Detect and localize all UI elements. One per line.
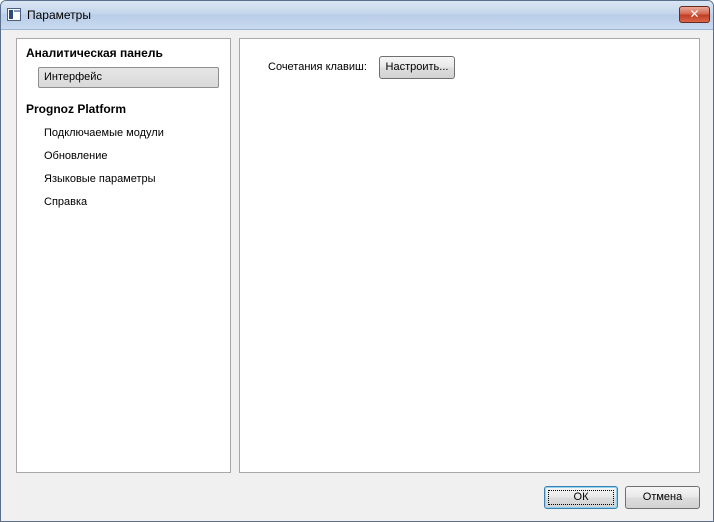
focus-indicator (548, 490, 614, 505)
nav-item-updates[interactable]: Обновление (38, 146, 219, 167)
settings-nav-panel: Аналитическая панель Интерфейс Prognoz P… (16, 38, 231, 473)
nav-item-plugins[interactable]: Подключаемые модули (38, 123, 219, 144)
nav-item-language[interactable]: Языковые параметры (38, 169, 219, 190)
nav-item-interface[interactable]: Интерфейс (38, 67, 219, 88)
shortcuts-label: Сочетания клавиш: (268, 61, 367, 73)
nav-heading-prognoz-platform: Prognoz Platform (26, 102, 127, 116)
title-bar[interactable]: Параметры ✕ (1, 1, 713, 30)
settings-window: Параметры ✕ Аналитическая панель Интерфе… (0, 0, 714, 522)
app-window-icon (7, 8, 21, 21)
settings-content-panel: Сочетания клавиш: Настроить... (239, 38, 700, 473)
cancel-button[interactable]: Отмена (625, 486, 700, 509)
close-button[interactable]: ✕ (679, 6, 710, 23)
window-title: Параметры (27, 8, 91, 22)
nav-item-help[interactable]: Справка (38, 192, 219, 213)
configure-shortcuts-button[interactable]: Настроить... (379, 56, 455, 79)
ok-button[interactable]: ОК (544, 486, 618, 509)
nav-heading-analytics-panel: Аналитическая панель (26, 46, 163, 60)
